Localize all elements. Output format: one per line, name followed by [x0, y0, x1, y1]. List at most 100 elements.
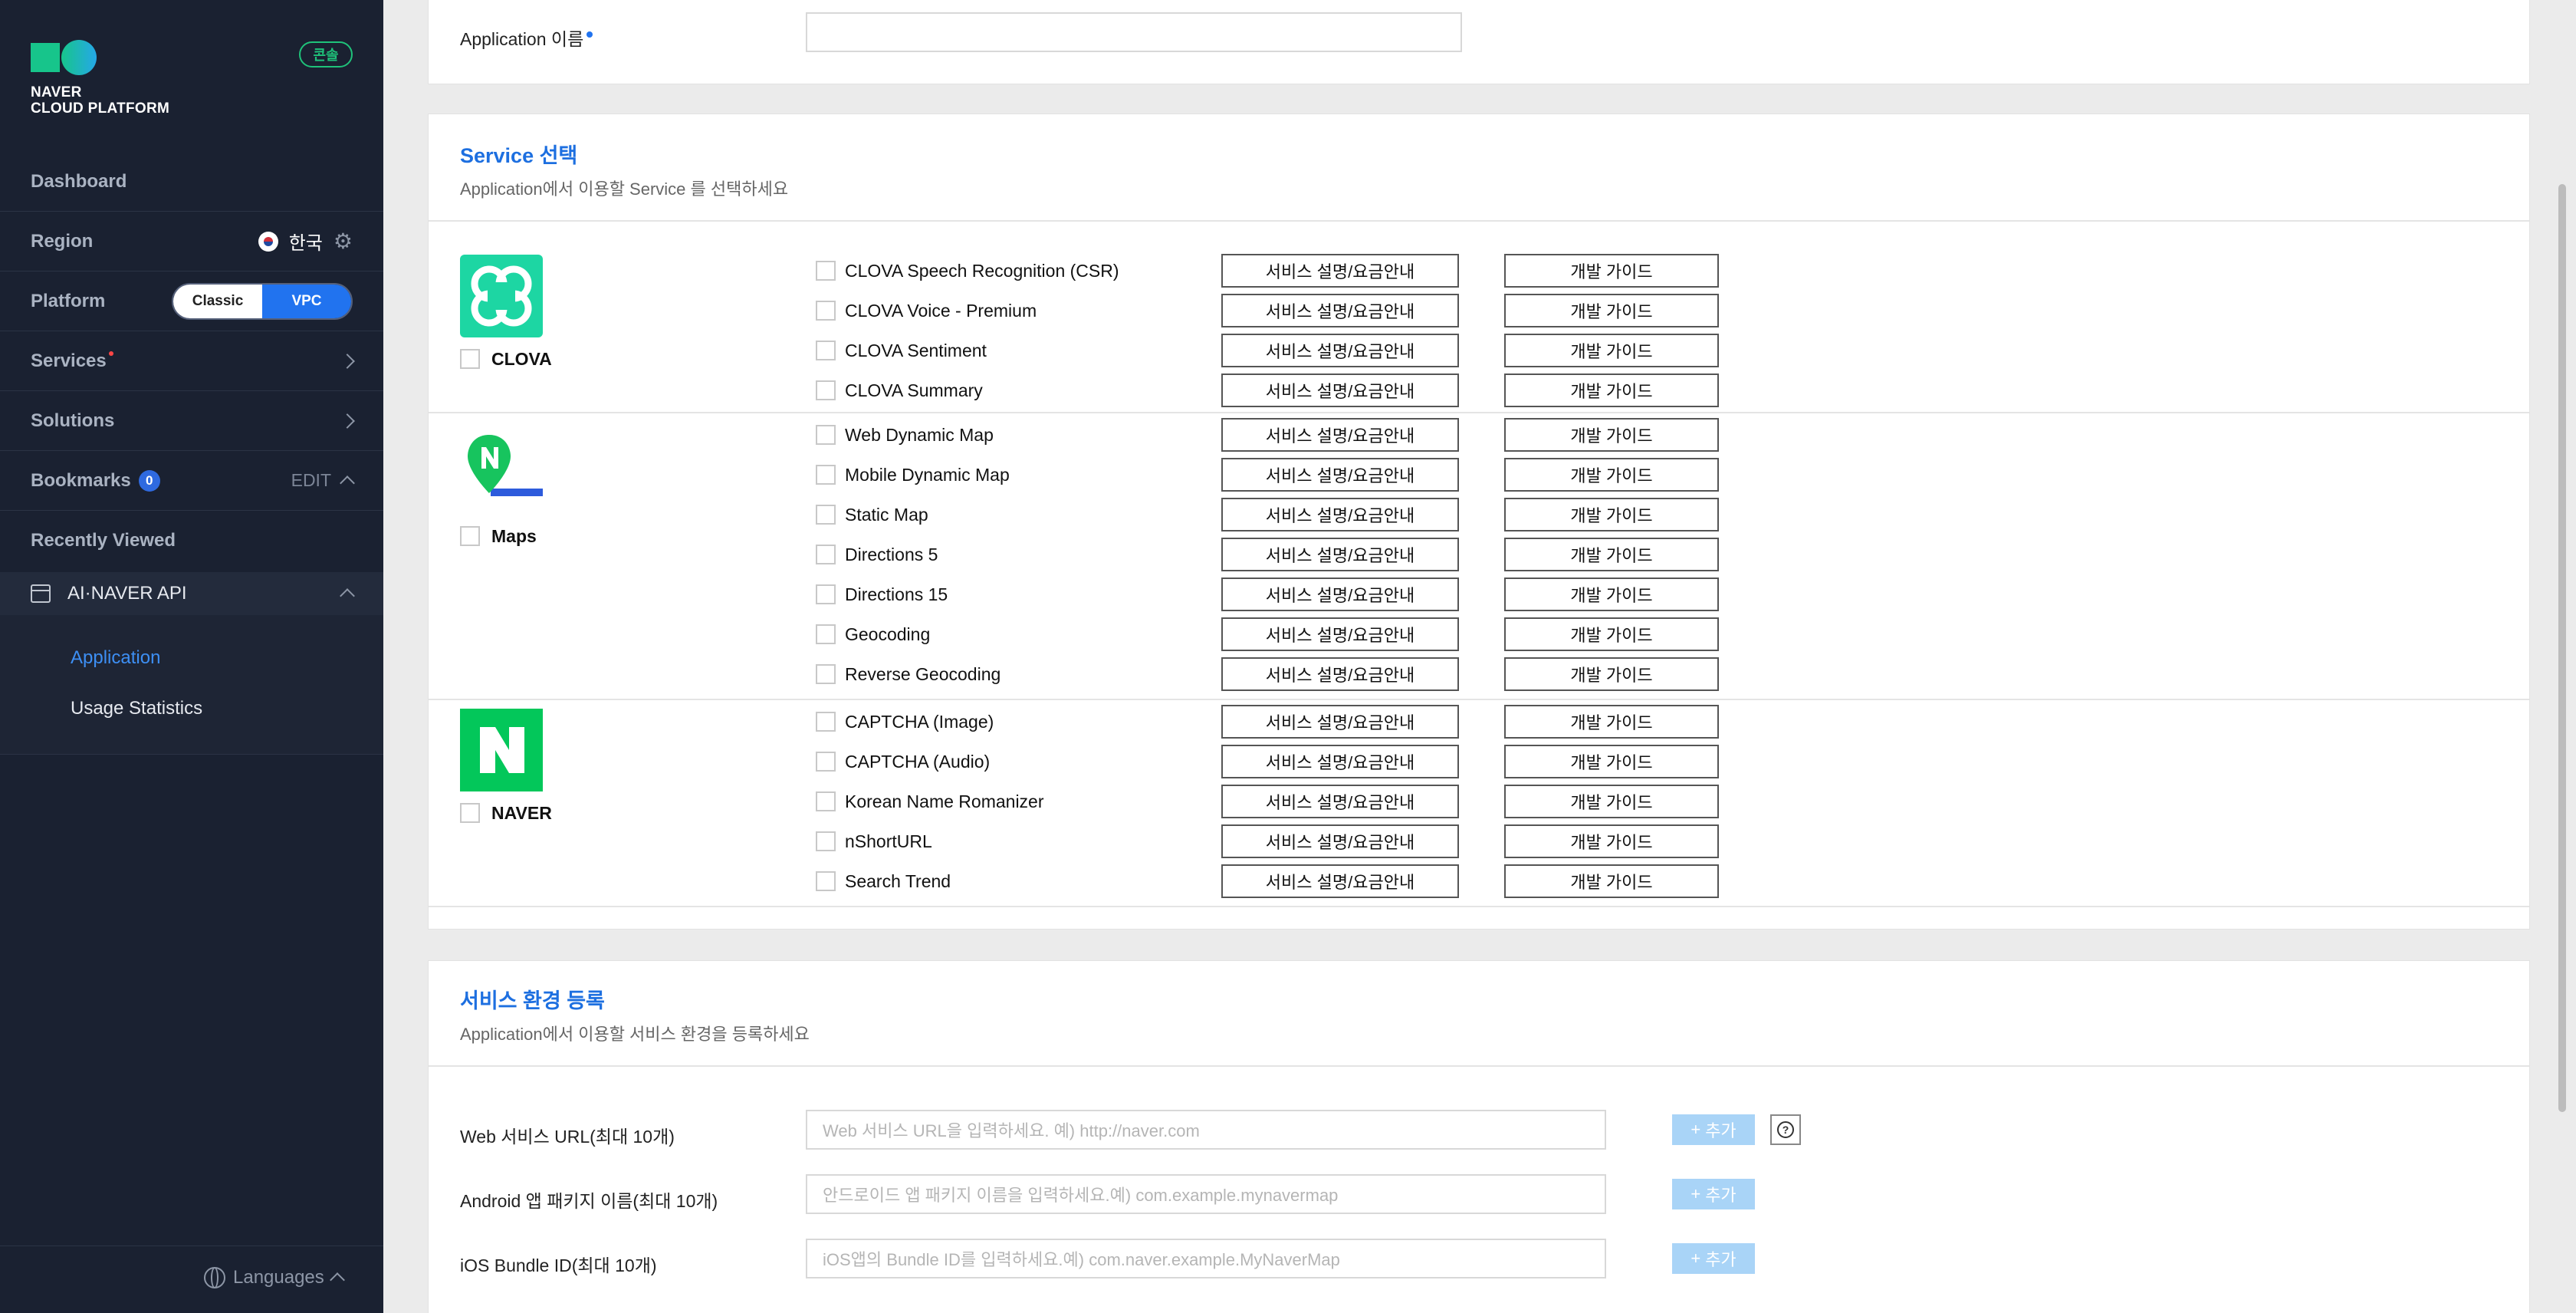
service-desc-button[interactable]: 서비스 설명/요금안내 — [1221, 458, 1459, 492]
dev-guide-button[interactable]: 개발 가이드 — [1504, 864, 1719, 898]
app-name-input[interactable] — [806, 12, 1462, 52]
service-desc-button[interactable]: 서비스 설명/요금안내 — [1221, 254, 1459, 288]
service-checkbox[interactable] — [816, 380, 836, 400]
android-package-input[interactable]: 안드로이드 앱 패키지 이름을 입력하세요.예) com.example.myn… — [806, 1174, 1606, 1214]
service-checkbox[interactable] — [816, 831, 836, 851]
web-url-add-button[interactable]: + 추가 — [1672, 1114, 1755, 1145]
dev-guide-button[interactable]: 개발 가이드 — [1504, 657, 1719, 691]
chevron-up-icon — [329, 1272, 345, 1288]
logo-line-2: CLOUD PLATFORM — [31, 100, 170, 117]
sidebar-item-bookmarks[interactable]: Bookmarks 0 EDIT — [0, 451, 383, 511]
service-name: Mobile Dynamic Map — [845, 465, 1010, 485]
dev-guide-button[interactable]: 개발 가이드 — [1504, 617, 1719, 651]
service-name: CLOVA Speech Recognition (CSR) — [845, 261, 1119, 281]
service-desc-button[interactable]: 서비스 설명/요금안내 — [1221, 617, 1459, 651]
divider — [429, 906, 2529, 907]
globe-icon — [204, 1267, 225, 1288]
android-add-button[interactable]: + 추가 — [1672, 1179, 1755, 1209]
console-badge[interactable]: 콘솔 — [299, 41, 353, 67]
chevron-up-icon[interactable] — [340, 588, 355, 604]
service-checkbox[interactable] — [816, 791, 836, 811]
service-row: Search Trend 서비스 설명/요금안내 개발 가이드 — [429, 861, 2529, 901]
service-checkbox[interactable] — [816, 545, 836, 564]
service-desc-button[interactable]: 서비스 설명/요금안내 — [1221, 864, 1459, 898]
dev-guide-button[interactable]: 개발 가이드 — [1504, 498, 1719, 531]
chevron-right-icon — [340, 413, 355, 429]
platform-classic-option[interactable]: Classic — [173, 284, 262, 318]
service-name: Reverse Geocoding — [845, 664, 1001, 684]
service-name: CLOVA Sentiment — [845, 341, 987, 360]
service-desc-button[interactable]: 서비스 설명/요금안내 — [1221, 538, 1459, 571]
dev-guide-button[interactable]: 개발 가이드 — [1504, 254, 1719, 288]
service-desc-button[interactable]: 서비스 설명/요금안내 — [1221, 705, 1459, 739]
service-checkbox[interactable] — [816, 261, 836, 281]
divider — [429, 412, 2529, 413]
service-desc-button[interactable]: 서비스 설명/요금안내 — [1221, 498, 1459, 531]
service-checkbox[interactable] — [816, 505, 836, 525]
sidebar-item-recently-viewed[interactable]: Recently Viewed — [0, 511, 383, 571]
service-desc-button[interactable]: 서비스 설명/요금안내 — [1221, 657, 1459, 691]
submenu-item-usage-statistics[interactable]: Usage Statistics — [71, 698, 202, 719]
service-desc-button[interactable]: 서비스 설명/요금안내 — [1221, 578, 1459, 611]
plus-icon: + — [1691, 1120, 1701, 1139]
sidebar-item-region[interactable]: Region 한국 ⚙ — [0, 212, 383, 271]
dev-guide-button[interactable]: 개발 가이드 — [1504, 578, 1719, 611]
dev-guide-button[interactable]: 개발 가이드 — [1504, 824, 1719, 858]
service-desc-button[interactable]: 서비스 설명/요금안내 — [1221, 745, 1459, 778]
divider — [429, 220, 2529, 222]
service-desc-button[interactable]: 서비스 설명/요금안내 — [1221, 418, 1459, 452]
ios-add-button[interactable]: + 추가 — [1672, 1243, 1755, 1274]
sidebar-item-ai-naver-api[interactable]: AI·NAVER API — [0, 572, 383, 615]
service-desc-button[interactable]: 서비스 설명/요금안내 — [1221, 373, 1459, 407]
plus-icon: + — [1691, 1249, 1701, 1268]
dev-guide-button[interactable]: 개발 가이드 — [1504, 418, 1719, 452]
chevron-up-icon[interactable] — [340, 475, 355, 491]
dev-guide-button[interactable]: 개발 가이드 — [1504, 334, 1719, 367]
service-desc-button[interactable]: 서비스 설명/요금안내 — [1221, 824, 1459, 858]
recently-viewed-label: Recently Viewed — [31, 530, 176, 551]
service-row: nShortURL 서비스 설명/요금안내 개발 가이드 — [429, 821, 2529, 861]
naver-cloud-logo[interactable]: NAVER CLOUD PLATFORM — [31, 40, 169, 117]
services-label: Services — [31, 350, 107, 371]
service-checkbox[interactable] — [816, 664, 836, 684]
languages-selector[interactable]: Languages — [204, 1267, 345, 1288]
dev-guide-button[interactable]: 개발 가이드 — [1504, 745, 1719, 778]
service-name: Search Trend — [845, 871, 951, 891]
languages-label: Languages — [233, 1267, 324, 1288]
plus-icon: + — [1691, 1184, 1701, 1203]
bookmarks-edit-link[interactable]: EDIT — [291, 470, 331, 491]
service-desc-button[interactable]: 서비스 설명/요금안내 — [1221, 785, 1459, 818]
sidebar-item-services[interactable]: Services — [0, 331, 383, 391]
service-row: Reverse Geocoding 서비스 설명/요금안내 개발 가이드 — [429, 654, 2529, 694]
service-checkbox[interactable] — [816, 465, 836, 485]
dev-guide-button[interactable]: 개발 가이드 — [1504, 705, 1719, 739]
sidebar-item-platform: Platform Classic VPC — [0, 271, 383, 331]
service-checkbox[interactable] — [816, 624, 836, 644]
ios-bundle-input[interactable]: iOS앱의 Bundle ID를 입력하세요.예) com.naver.exam… — [806, 1239, 1606, 1278]
web-url-input[interactable]: Web 서비스 URL을 입력하세요. 예) http://naver.com — [806, 1110, 1606, 1150]
service-checkbox[interactable] — [816, 425, 836, 445]
sidebar-item-solutions[interactable]: Solutions — [0, 391, 383, 451]
question-mark-icon: ? — [1777, 1121, 1794, 1138]
platform-toggle[interactable]: Classic VPC — [172, 282, 353, 320]
dev-guide-button[interactable]: 개발 가이드 — [1504, 373, 1719, 407]
help-button[interactable]: ? — [1770, 1114, 1801, 1145]
service-checkbox[interactable] — [816, 341, 836, 360]
service-desc-button[interactable]: 서비스 설명/요금안내 — [1221, 334, 1459, 367]
sidebar-item-dashboard[interactable]: Dashboard — [0, 152, 383, 212]
submenu-item-application[interactable]: Application — [71, 647, 160, 669]
gear-icon[interactable]: ⚙ — [334, 229, 353, 254]
dev-guide-button[interactable]: 개발 가이드 — [1504, 538, 1719, 571]
platform-vpc-option[interactable]: VPC — [262, 284, 351, 318]
service-checkbox[interactable] — [816, 712, 836, 732]
service-desc-button[interactable]: 서비스 설명/요금안내 — [1221, 294, 1459, 327]
page-scrollbar[interactable] — [2558, 184, 2566, 1112]
dev-guide-button[interactable]: 개발 가이드 — [1504, 785, 1719, 818]
service-checkbox[interactable] — [816, 871, 836, 891]
service-checkbox[interactable] — [816, 584, 836, 604]
dev-guide-button[interactable]: 개발 가이드 — [1504, 458, 1719, 492]
service-checkbox[interactable] — [816, 752, 836, 772]
new-indicator-dot — [108, 350, 113, 356]
dev-guide-button[interactable]: 개발 가이드 — [1504, 294, 1719, 327]
service-checkbox[interactable] — [816, 301, 836, 321]
